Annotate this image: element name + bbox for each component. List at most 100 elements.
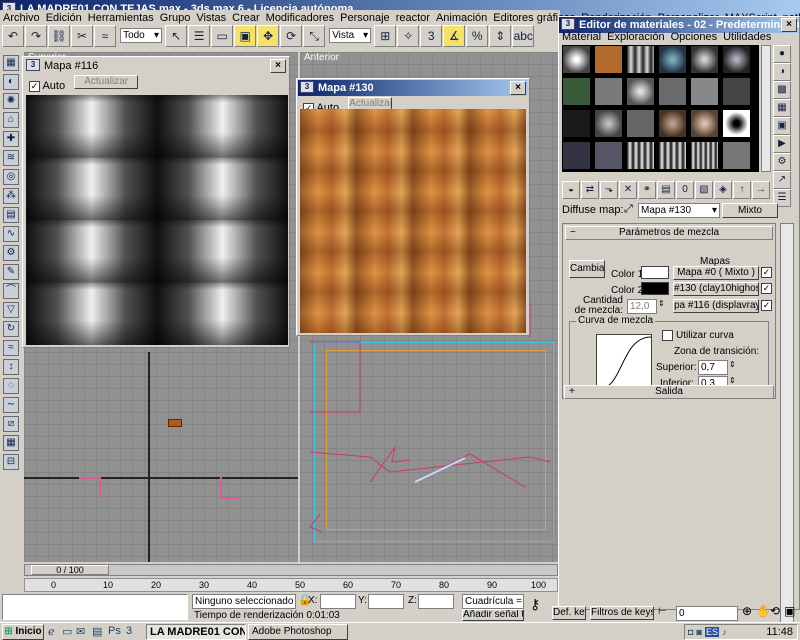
dynamics-tab-icon[interactable]: ⚙ (3, 245, 19, 261)
reference-coord-dropdown[interactable]: Vista ▾ (329, 28, 372, 43)
me-menu-utilidades[interactable]: Utilidades (720, 31, 774, 43)
mix-amount-spinner-icon[interactable]: ⇕ (658, 299, 665, 308)
sample-slot[interactable] (690, 141, 719, 170)
sample-slot[interactable] (626, 109, 655, 138)
map-name-dropdown[interactable]: Mapa #130 ▾ (638, 203, 720, 218)
options-icon[interactable]: ⚙ (773, 153, 791, 171)
color2-swatch[interactable] (641, 282, 669, 295)
compound-tab-icon[interactable]: ◎ (3, 169, 19, 185)
color1-swatch[interactable] (641, 266, 669, 279)
sample-slot[interactable] (690, 45, 719, 74)
color1-map-button[interactable]: Mapa #0 ( Mixto ) (673, 266, 759, 280)
maximize-viewport-icon[interactable]: ▣ (784, 604, 795, 618)
background-icon[interactable]: ▩ (773, 81, 791, 99)
mix-amount-input[interactable]: 12,0 (627, 299, 657, 314)
rect-selection-icon[interactable]: ▭ (211, 25, 234, 47)
sample-slot[interactable] (562, 45, 591, 74)
y-coord-input[interactable] (368, 594, 404, 609)
swap-button[interactable]: Cambiar (569, 260, 605, 278)
noise-icon[interactable]: ≈ (3, 340, 19, 356)
sample-slot[interactable] (562, 141, 591, 170)
zoom-viewport-icon[interactable]: ⊕ (742, 604, 752, 618)
spinner-snap-icon[interactable]: ⇕ (489, 25, 512, 47)
quicklaunch-desktop-icon[interactable]: ▭ (62, 625, 72, 638)
add-time-tag-button[interactable]: Añadir señal tiempo (462, 609, 524, 621)
shapes-tab-icon[interactable]: ◐ (3, 74, 19, 90)
start-button[interactable]: ⊞ Inicio (2, 624, 44, 640)
menu-herramientas[interactable]: Herramientas (85, 12, 157, 24)
menu-grupo[interactable]: Grupo (157, 12, 194, 24)
map130-close-button[interactable]: × (510, 81, 526, 95)
bend-icon[interactable]: ⌒ (3, 283, 19, 299)
backlight-icon[interactable]: ◑ (773, 63, 791, 81)
sample-type-icon[interactable]: ● (773, 45, 791, 63)
helpers-tab-icon[interactable]: ✚ (3, 131, 19, 147)
x-coord-input[interactable] (320, 594, 356, 609)
roof-object[interactable] (168, 419, 182, 427)
sample-slot[interactable] (658, 141, 687, 170)
menu-modificadores[interactable]: Modificadores (263, 12, 337, 24)
task-3dsmax[interactable]: LA MADRE01 CON TEJA... (146, 624, 246, 640)
menu-animacion[interactable]: Animación (433, 12, 490, 24)
sample-slot[interactable] (562, 77, 591, 106)
video-color-check-icon[interactable]: ▣ (773, 117, 791, 135)
pivot-center-icon[interactable]: ⊞ (374, 25, 397, 47)
get-material-icon[interactable]: ◒ (562, 181, 580, 199)
sample-slot[interactable] (626, 141, 655, 170)
sample-slot[interactable] (722, 45, 751, 74)
pick-map-icon[interactable]: ⤢ (624, 203, 633, 216)
color2-map-checkbox[interactable]: ✓ (761, 283, 772, 294)
slice-icon[interactable]: ⊟ (3, 454, 19, 470)
select-move-icon[interactable]: ✥ (257, 25, 280, 47)
quicklaunch-folder-icon[interactable]: ▤ (92, 625, 102, 638)
set-key-button[interactable]: Def. key (552, 606, 586, 620)
me-menu-exploracion[interactable]: Exploración (604, 31, 667, 43)
key-filters-button[interactable]: Filtros de keys... (590, 606, 654, 620)
tray-volume-icon[interactable]: ♪ (722, 627, 727, 637)
map116-update-button[interactable]: Actualizar (74, 75, 139, 89)
select-scale-icon[interactable]: ⤡ (303, 25, 326, 47)
go-forward-to-sibling-icon[interactable]: → (752, 181, 770, 199)
taper-icon[interactable]: ▽ (3, 302, 19, 318)
sample-slot[interactable] (722, 77, 751, 106)
rollout-scrollbar[interactable] (780, 223, 794, 623)
sample-slot[interactable] (658, 77, 687, 106)
sample-slot[interactable] (594, 141, 623, 170)
mesh-icon[interactable]: ▦ (3, 435, 19, 451)
selection-filter-dropdown[interactable]: Todo ▾ (120, 28, 163, 43)
make-unique-icon[interactable]: ⚭ (638, 181, 656, 199)
menu-personaje[interactable]: Personaje (337, 12, 393, 24)
sample-slot[interactable] (722, 109, 751, 138)
upper-spinner-icon[interactable]: ⇕ (729, 360, 736, 369)
map116-close-button[interactable]: × (270, 59, 286, 73)
put-to-library-icon[interactable]: ▤ (657, 181, 675, 199)
menu-edicion[interactable]: Edición (43, 12, 85, 24)
twist-icon[interactable]: ↻ (3, 321, 19, 337)
tray-network-icon[interactable]: ◘ (688, 627, 693, 637)
output-rollout-header[interactable]: + Salida (564, 385, 774, 399)
task-photoshop[interactable]: Adobe Photoshop (248, 624, 348, 640)
show-end-result-icon[interactable]: ◈ (714, 181, 732, 199)
time-slider-handle[interactable]: 0 / 100 (31, 565, 109, 575)
window-crossing-icon[interactable]: ▣ (234, 25, 257, 47)
named-selection-icon[interactable]: abc (512, 25, 535, 47)
redo-icon[interactable]: ↷ (25, 25, 47, 47)
quicklaunch-photoshop-icon[interactable]: Ps (108, 625, 121, 637)
map116-auto-checkbox[interactable]: ✓ (29, 80, 40, 92)
select-by-name-icon[interactable]: ☰ (188, 25, 211, 47)
material-effects-channel-icon[interactable]: 0 (676, 181, 694, 199)
viewport-front-label[interactable]: Anterior (304, 52, 339, 63)
sample-uv-icon[interactable]: ▦ (773, 99, 791, 117)
me-menu-opciones[interactable]: Opciones (668, 31, 720, 43)
particles-tab-icon[interactable]: ⁂ (3, 188, 19, 204)
wave-icon[interactable]: ∼ (3, 397, 19, 413)
nurbs-tab-icon[interactable]: ∿ (3, 226, 19, 242)
cameras-tab-icon[interactable]: ⌂ (3, 112, 19, 128)
sample-slot[interactable] (658, 109, 687, 138)
maxscript-listener-mini[interactable] (2, 594, 188, 620)
sample-slots-scrollbar[interactable] (761, 45, 771, 172)
percent-snap-icon[interactable]: % (466, 25, 489, 47)
skew-icon[interactable]: ⧄ (3, 416, 19, 432)
make-preview-icon[interactable]: ▶ (773, 135, 791, 153)
bind-space-warp-icon[interactable]: ≈ (94, 25, 116, 47)
